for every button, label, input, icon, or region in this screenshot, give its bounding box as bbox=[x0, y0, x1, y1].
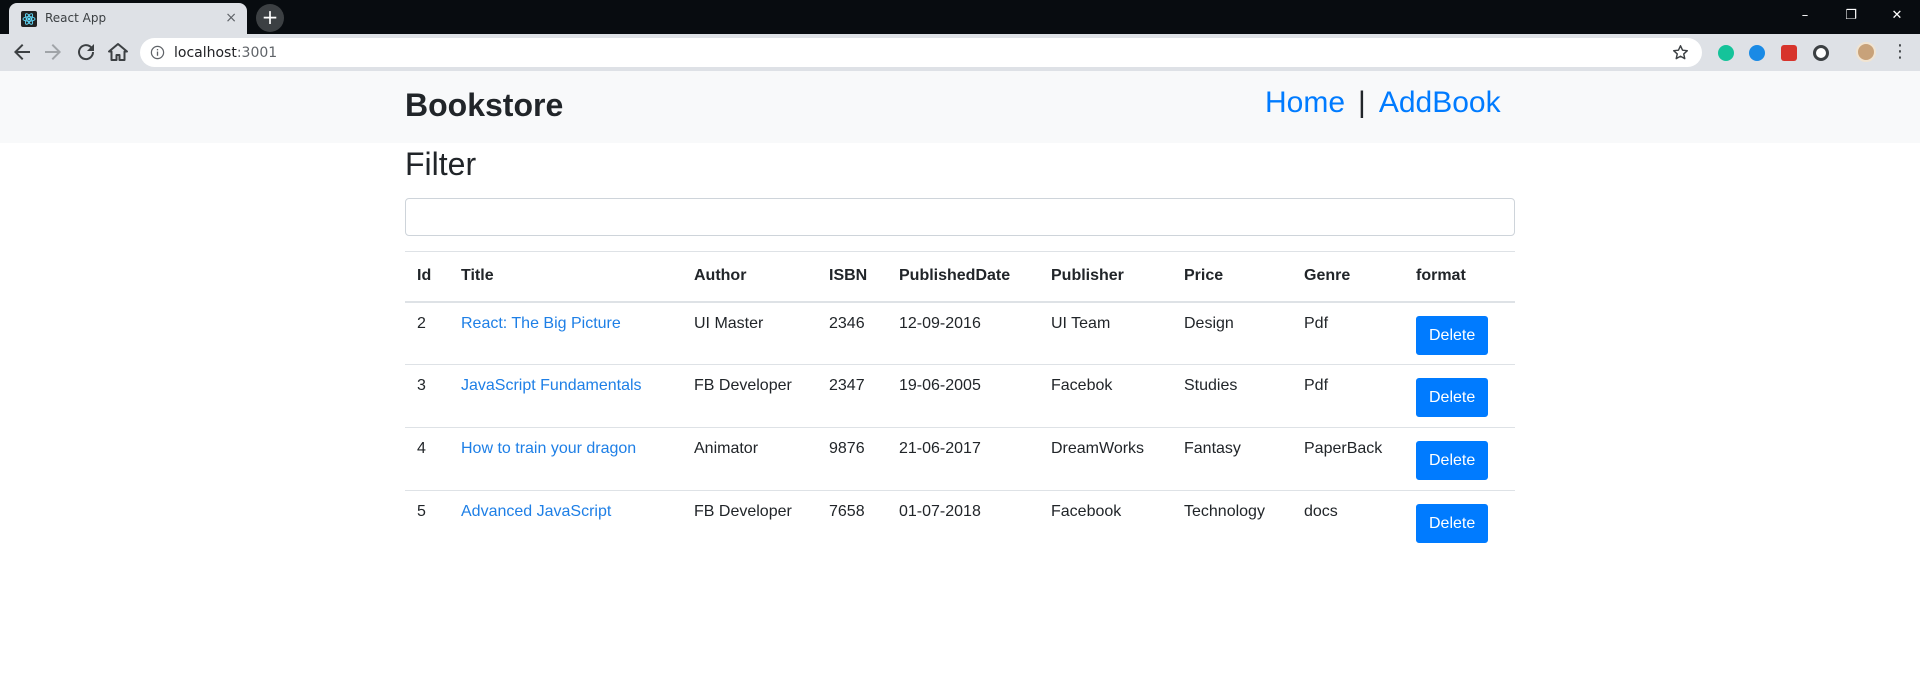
cell-price: Studies bbox=[1172, 364, 1292, 428]
cell-published-date: 19-06-2005 bbox=[887, 364, 1039, 428]
profile-avatar[interactable] bbox=[1856, 42, 1876, 62]
cell-price: Technology bbox=[1172, 490, 1292, 554]
cell-publisher: Facebook bbox=[1039, 490, 1172, 554]
extension-red-icon[interactable] bbox=[1781, 45, 1797, 61]
cell-id: 4 bbox=[405, 427, 449, 491]
close-window-icon[interactable]: ✕ bbox=[1874, 4, 1920, 28]
nav-links: Home | AddBook bbox=[1265, 86, 1501, 120]
url-text[interactable]: localhost:3001 bbox=[174, 45, 277, 61]
header-publisher: Publisher bbox=[1039, 251, 1172, 303]
cell-id: 5 bbox=[405, 490, 449, 554]
cell-id: 3 bbox=[405, 364, 449, 428]
delete-button[interactable]: Delete bbox=[1416, 441, 1489, 480]
browser-menu-icon[interactable]: ⋮ bbox=[1891, 40, 1909, 64]
delete-button[interactable]: Delete bbox=[1416, 315, 1489, 355]
nav-addbook-link[interactable]: AddBook bbox=[1379, 86, 1501, 119]
table-row: 2 React: The Big Picture UI Master 2346 … bbox=[405, 302, 1515, 365]
cell-publisher: Facebok bbox=[1039, 364, 1172, 428]
cell-id: 2 bbox=[417, 314, 426, 332]
cell-author: FB Developer bbox=[682, 490, 817, 554]
extension-blue-icon[interactable] bbox=[1749, 45, 1765, 61]
cell-isbn: 2347 bbox=[817, 364, 887, 428]
delete-button[interactable]: Delete bbox=[1416, 504, 1489, 543]
header-format: format bbox=[1404, 251, 1515, 303]
filter-heading: Filter bbox=[405, 146, 477, 182]
nav-home-link[interactable]: Home bbox=[1265, 86, 1345, 119]
header-id: Id bbox=[405, 251, 449, 303]
cell-publisher: UI Team bbox=[1051, 314, 1111, 332]
back-icon[interactable] bbox=[10, 40, 34, 64]
cell-genre: docs bbox=[1292, 490, 1404, 554]
home-icon[interactable] bbox=[106, 40, 130, 64]
table-row: 4 How to train your dragon Animator 9876… bbox=[405, 427, 1515, 491]
delete-button[interactable]: Delete bbox=[1416, 378, 1489, 417]
header-isbn: ISBN bbox=[817, 251, 887, 303]
cell-genre: PaperBack bbox=[1292, 427, 1404, 491]
cell-isbn: 9876 bbox=[817, 427, 887, 491]
header-published-date: PublishedDate bbox=[887, 251, 1039, 303]
table-header-row: Id Title Author ISBN PublishedDate Publi… bbox=[405, 251, 1515, 303]
app-navbar: Bookstore Home | AddBook bbox=[0, 71, 1920, 143]
cell-genre: Pdf bbox=[1304, 314, 1329, 332]
table-row: 3 JavaScript Fundamentals FB Developer 2… bbox=[405, 364, 1515, 428]
cell-author: FB Developer bbox=[682, 364, 817, 428]
browser-titlebar: React App × + – ❐ ✕ bbox=[0, 0, 1920, 34]
cell-isbn: 7658 bbox=[817, 490, 887, 554]
cell-price: Design bbox=[1184, 314, 1234, 332]
header-title: Title bbox=[449, 251, 682, 303]
header-author: Author bbox=[682, 251, 817, 303]
cell-publisher: DreamWorks bbox=[1039, 427, 1172, 491]
table-row: 5 Advanced JavaScript FB Developer 7658 … bbox=[405, 490, 1515, 554]
address-bar[interactable]: localhost:3001 bbox=[140, 38, 1702, 67]
book-title-link[interactable]: JavaScript Fundamentals bbox=[461, 377, 642, 394]
cell-published-date: 12-09-2016 bbox=[899, 314, 981, 332]
browser-tab[interactable]: React App × bbox=[9, 3, 247, 34]
cell-published-date: 01-07-2018 bbox=[887, 490, 1039, 554]
filter-input[interactable] bbox=[405, 198, 1515, 236]
tab-close-icon[interactable]: × bbox=[225, 9, 237, 27]
url-host: localhost bbox=[174, 45, 237, 61]
header-price: Price bbox=[1172, 251, 1292, 303]
url-port: :3001 bbox=[236, 45, 278, 61]
reload-icon[interactable] bbox=[74, 40, 98, 64]
forward-icon[interactable] bbox=[41, 40, 65, 64]
books-table: Id Title Author ISBN PublishedDate Publi… bbox=[405, 251, 1515, 554]
bookmark-star-icon[interactable] bbox=[1671, 43, 1690, 62]
cell-published-date: 21-06-2017 bbox=[887, 427, 1039, 491]
cell-author: Animator bbox=[682, 427, 817, 491]
nav-separator: | bbox=[1358, 86, 1366, 119]
tab-title: React App bbox=[45, 11, 107, 25]
cell-price: Fantasy bbox=[1172, 427, 1292, 491]
book-title-link[interactable]: Advanced JavaScript bbox=[461, 503, 611, 520]
book-title-link[interactable]: React: The Big Picture bbox=[461, 315, 621, 332]
browser-toolbar: localhost:3001 ⋮ bbox=[0, 34, 1920, 71]
react-logo-icon bbox=[21, 11, 37, 27]
restore-icon[interactable]: ❐ bbox=[1828, 4, 1874, 28]
cell-genre: Pdf bbox=[1292, 364, 1404, 428]
grammarly-extension-icon[interactable] bbox=[1718, 45, 1734, 61]
minimize-icon[interactable]: – bbox=[1782, 4, 1828, 28]
book-title-link[interactable]: How to train your dragon bbox=[461, 440, 636, 457]
extension-target-icon[interactable] bbox=[1813, 45, 1829, 61]
cell-author: UI Master bbox=[694, 314, 764, 332]
info-icon[interactable] bbox=[150, 45, 165, 60]
brand-title[interactable]: Bookstore bbox=[405, 87, 563, 124]
cell-isbn: 2346 bbox=[829, 314, 865, 332]
header-genre: Genre bbox=[1292, 251, 1404, 303]
new-tab-button[interactable]: + bbox=[256, 4, 284, 32]
